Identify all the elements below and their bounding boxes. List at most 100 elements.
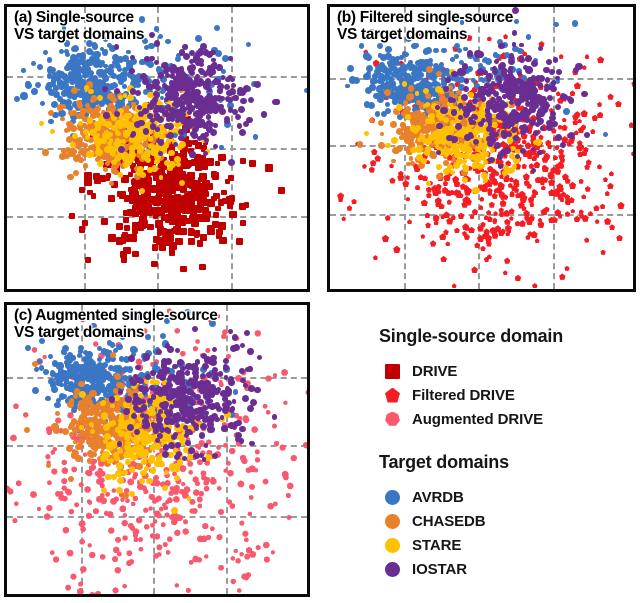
scatter-point xyxy=(539,176,546,182)
scatter-point xyxy=(578,178,584,184)
scatter-point xyxy=(435,104,440,110)
scatter-point xyxy=(61,26,67,31)
scatter-point xyxy=(103,166,108,172)
scatter-point xyxy=(92,127,98,133)
scatter-point xyxy=(290,454,298,462)
scatter-point xyxy=(147,136,154,142)
scatter-point xyxy=(399,54,404,60)
scatter-point xyxy=(145,334,151,340)
scatter-point xyxy=(235,237,243,245)
scatter-point xyxy=(492,52,499,58)
scatter-point xyxy=(105,357,111,363)
scatter-point xyxy=(358,43,365,49)
scatter-point xyxy=(46,480,52,486)
scatter-point xyxy=(178,141,186,148)
scatter-point xyxy=(36,506,42,512)
scatter-point xyxy=(61,477,68,485)
scatter-point xyxy=(215,205,222,212)
scatter-point xyxy=(434,197,442,205)
scatter-point xyxy=(378,141,385,149)
scatter-point xyxy=(168,185,177,193)
scatter-point xyxy=(478,204,484,210)
scatter-point xyxy=(63,40,71,47)
scatter-point xyxy=(84,485,92,493)
scatter-point xyxy=(576,140,583,146)
scatter-point xyxy=(513,18,519,24)
scatter-point xyxy=(426,66,433,74)
scatter-point xyxy=(461,94,468,101)
scatter-point xyxy=(548,68,556,75)
scatter-point xyxy=(197,102,205,110)
scatter-point xyxy=(554,144,560,150)
scatter-point xyxy=(31,88,38,95)
scatter-point xyxy=(164,436,170,442)
scatter-point xyxy=(425,222,431,228)
scatter-point xyxy=(262,478,269,485)
scatter-point xyxy=(163,318,170,325)
scatter-point xyxy=(227,158,235,166)
scatter-point xyxy=(523,179,530,186)
scatter-point xyxy=(203,554,209,559)
scatter-point xyxy=(123,246,131,255)
scatter-point xyxy=(66,385,72,391)
scatter-point xyxy=(535,74,543,82)
scatter-point xyxy=(509,216,514,221)
scatter-point xyxy=(142,507,149,513)
scatter-point xyxy=(393,90,400,97)
scatter-point xyxy=(390,137,399,145)
scatter-point xyxy=(185,587,192,593)
scatter-point xyxy=(174,529,181,536)
scatter-point xyxy=(501,122,509,130)
scatter-point xyxy=(185,440,191,446)
scatter-point xyxy=(76,587,84,594)
scatter-point xyxy=(179,464,187,472)
scatter-point xyxy=(530,230,538,239)
scatter-point xyxy=(531,167,537,173)
scatter-point xyxy=(485,209,492,216)
scatter-point xyxy=(581,194,587,200)
scatter-point xyxy=(78,380,85,387)
scatter-point xyxy=(78,349,83,354)
scatter-point xyxy=(195,34,202,42)
scatter-point xyxy=(443,85,450,92)
scatter-point xyxy=(408,155,414,161)
scatter-point xyxy=(514,220,521,227)
scatter-point xyxy=(216,64,223,71)
scatter-point xyxy=(439,62,444,68)
scatter-point xyxy=(77,432,82,438)
scatter-point xyxy=(384,214,391,221)
scatter-point xyxy=(519,42,525,48)
scatter-point xyxy=(141,218,148,225)
scatter-point xyxy=(187,460,194,467)
scatter-point xyxy=(130,88,137,95)
scatter-point xyxy=(110,167,118,174)
scatter-point xyxy=(150,260,158,268)
scatter-point xyxy=(596,164,603,170)
scatter-point xyxy=(71,45,78,52)
scatter-point xyxy=(55,76,61,82)
scatter-point xyxy=(192,98,198,104)
scatter-point xyxy=(77,418,85,425)
scatter-point xyxy=(210,69,216,75)
scatter-point xyxy=(42,50,48,55)
scatter-point xyxy=(72,427,79,433)
scatter-point xyxy=(471,208,479,216)
scatter-point xyxy=(154,93,160,99)
scatter-point xyxy=(66,173,74,181)
scatter-point xyxy=(81,405,89,413)
scatter-point xyxy=(164,201,172,209)
scatter-point xyxy=(201,207,209,214)
scatter-point xyxy=(564,265,570,271)
scatter-point xyxy=(450,109,458,116)
scatter-point xyxy=(449,119,455,125)
scatter-point xyxy=(34,593,41,594)
scatter-point xyxy=(385,46,393,53)
scatter-point xyxy=(66,549,74,557)
scatter-point xyxy=(566,96,572,102)
scatter-point xyxy=(92,108,98,114)
scatter-point xyxy=(602,176,608,183)
scatter-point xyxy=(148,408,155,416)
scatter-point xyxy=(405,34,413,42)
scatter-point xyxy=(195,194,203,202)
scatter-point xyxy=(471,266,478,274)
